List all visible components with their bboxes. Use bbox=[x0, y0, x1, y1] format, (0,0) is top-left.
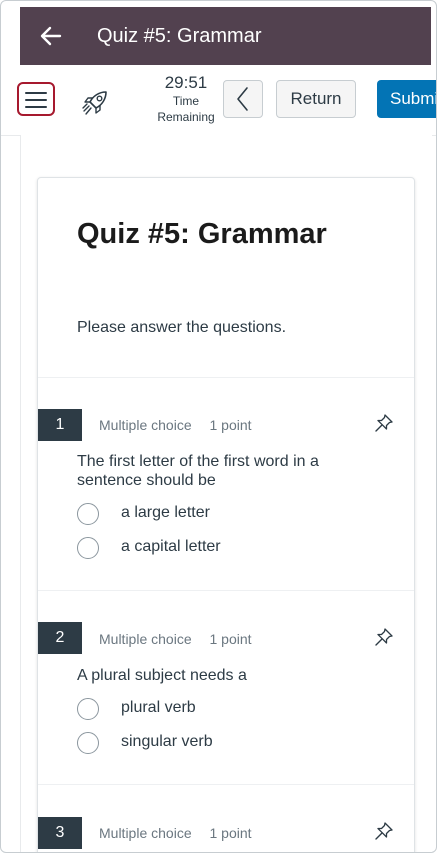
question-number-badge: 2 bbox=[38, 622, 82, 654]
quiz-toolbar: 29:51 Time Remaining Return Submit bbox=[1, 65, 436, 136]
answer-label: a capital letter bbox=[121, 538, 221, 555]
quiz-content: Quiz #5: Grammar Please answer the quest… bbox=[20, 135, 432, 852]
previous-button[interactable] bbox=[223, 80, 263, 118]
app-frame: Quiz #5: Grammar 29:51 Time Remaining Re… bbox=[0, 0, 437, 853]
radio-button[interactable] bbox=[77, 698, 99, 720]
answer-label: plural verb bbox=[121, 699, 196, 716]
header-title: Quiz #5: Grammar bbox=[97, 25, 262, 47]
radio-button[interactable] bbox=[77, 732, 99, 754]
question-meta: Multiple choice 1 point bbox=[99, 631, 266, 647]
hamburger-line bbox=[25, 106, 47, 108]
radio-button[interactable] bbox=[77, 537, 99, 559]
question-type: Multiple choice bbox=[99, 417, 192, 433]
pin-icon[interactable] bbox=[374, 627, 394, 647]
question-text: The first letter of the first word in a … bbox=[77, 453, 319, 489]
hamburger-line bbox=[25, 99, 47, 101]
question-type: Multiple choice bbox=[99, 825, 192, 841]
question-type: Multiple choice bbox=[99, 631, 192, 647]
question-number-badge: 1 bbox=[38, 409, 82, 441]
hamburger-menu-icon bbox=[25, 92, 47, 94]
question-meta: Multiple choice 1 point bbox=[99, 825, 266, 841]
chevron-left-icon bbox=[237, 87, 248, 111]
divider bbox=[38, 590, 414, 591]
pin-icon[interactable] bbox=[374, 413, 394, 433]
timer-label-time: Time bbox=[172, 94, 200, 108]
question-points: 1 point bbox=[209, 825, 252, 841]
answer-label: singular verb bbox=[121, 733, 213, 750]
question-points: 1 point bbox=[209, 631, 252, 647]
quiz-title: Quiz #5: Grammar bbox=[77, 218, 327, 250]
rocket-icon[interactable] bbox=[79, 85, 113, 119]
question-points: 1 point bbox=[209, 417, 252, 433]
question-number-badge: 3 bbox=[38, 817, 82, 849]
time-remaining: 29:51 Time Remaining bbox=[149, 73, 223, 125]
quiz-card: Quiz #5: Grammar Please answer the quest… bbox=[37, 177, 415, 852]
question-meta: Multiple choice 1 point bbox=[99, 417, 266, 433]
divider bbox=[38, 784, 414, 785]
answer-label: a large letter bbox=[121, 504, 210, 521]
pin-icon[interactable] bbox=[374, 821, 394, 841]
menu-button[interactable] bbox=[17, 82, 55, 116]
timer-value: 29:51 bbox=[164, 73, 208, 92]
back-arrow-icon[interactable] bbox=[38, 23, 64, 49]
timer-label-remaining: Remaining bbox=[157, 110, 215, 124]
question-text: A plural subject needs a bbox=[77, 667, 247, 684]
return-button[interactable]: Return bbox=[276, 80, 356, 118]
radio-button[interactable] bbox=[77, 503, 99, 525]
header-bar: Quiz #5: Grammar bbox=[20, 7, 431, 65]
submit-button[interactable]: Submit bbox=[377, 80, 436, 118]
quiz-instructions: Please answer the questions. bbox=[77, 319, 287, 336]
divider bbox=[38, 377, 414, 378]
